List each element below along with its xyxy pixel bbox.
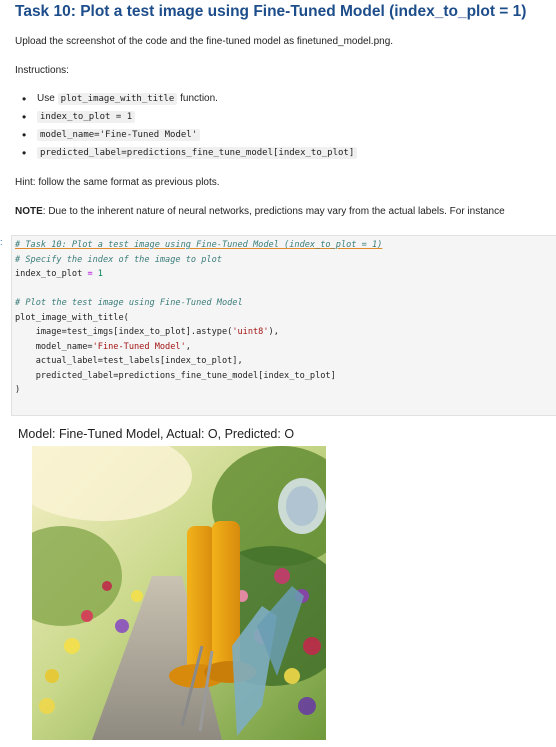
plot-title: Model: Fine-Tuned Model, Actual: O, Pred… — [18, 427, 295, 441]
inline-code: model_name='Fine-Tuned Model' — [37, 129, 201, 141]
code-line: index_to_plot = 1 — [15, 269, 103, 279]
code-editor[interactable]: # Task 10: Plot a test image using Fine-… — [15, 238, 382, 398]
task-title: Task 10: Plot a test image using Fine-Tu… — [15, 3, 527, 20]
bullet-icon: • — [22, 128, 27, 142]
bullet-icon: • — [22, 110, 27, 124]
list-item: • predicted_label=predictions_fine_tune_m… — [22, 144, 358, 162]
inline-code: predicted_label=predictions_fine_tune_mo… — [37, 147, 358, 159]
code-line: predicted_label=predictions_fine_tune_mo… — [15, 370, 336, 381]
list-item: • model_name='Fine-Tuned Model' — [22, 126, 357, 144]
code-comment: # Task 10: Plot a test image using Fine-… — [15, 240, 383, 250]
upload-instruction: Upload the screenshot of the code and th… — [15, 36, 394, 47]
instructions-label: Instructions: — [15, 65, 69, 76]
code-line: actual_label=test_labels[index_to_plot], — [15, 356, 243, 366]
list-item-text: function. — [177, 93, 218, 104]
output-image — [32, 446, 326, 740]
note-body: : Due to the inherent nature of neural n… — [42, 206, 505, 217]
note-label: NOTE — [15, 206, 43, 217]
code-comment: # Plot the test image using Fine-Tuned M… — [15, 298, 243, 308]
bullet-icon: • — [22, 92, 27, 106]
list-item: • Use plot_image_with_title function. — [22, 90, 357, 108]
cell-prompt: : — [0, 237, 3, 247]
code-line: model_name='Fine-Tuned Model', — [15, 341, 191, 352]
code-comment: # Specify the index of the image to plot — [15, 254, 222, 265]
note-text: NOTE: Due to the inherent nature of neur… — [15, 206, 556, 217]
code-line: image=test_imgs[index_to_plot].astype('u… — [15, 327, 279, 337]
hint-text: Hint: follow the same format as previous… — [15, 177, 220, 188]
code-line: plot_image_with_title( — [15, 312, 129, 323]
bullet-icon: • — [22, 146, 27, 160]
instructions-list: • Use plot_image_with_title function. • in… — [22, 90, 358, 162]
list-item-text: Use — [37, 93, 58, 104]
code-line: ) — [15, 385, 21, 395]
list-item: • index_to_plot = 1 — [22, 108, 357, 126]
inline-code: plot_image_with_title — [57, 93, 178, 105]
garden-image — [32, 446, 326, 740]
inline-code: index_to_plot = 1 — [37, 111, 136, 123]
